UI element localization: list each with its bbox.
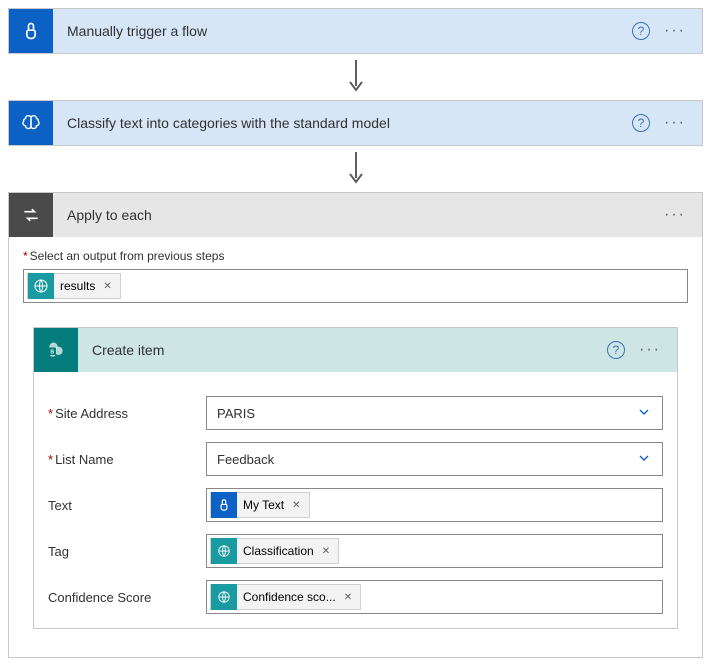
more-icon[interactable]: ··· <box>660 206 690 224</box>
step-title: Create item <box>78 342 607 358</box>
select-output-input[interactable]: results ✕ <box>23 269 688 303</box>
close-icon[interactable]: ✕ <box>344 592 352 603</box>
token-results[interactable]: results ✕ <box>27 273 121 299</box>
step-title: Manually trigger a flow <box>53 23 632 39</box>
arrow-connector <box>8 54 703 100</box>
token-classification[interactable]: Classification ✕ <box>210 538 339 564</box>
text-input[interactable]: My Text ✕ <box>206 488 663 522</box>
list-name-value: Feedback <box>217 452 274 467</box>
loop-icon <box>9 193 53 237</box>
touch-icon <box>9 9 53 53</box>
help-icon[interactable]: ? <box>607 341 625 359</box>
close-icon[interactable]: ✕ <box>292 500 300 511</box>
site-address-label: Site Address <box>48 406 198 421</box>
apply-each-header[interactable]: Apply to each ··· <box>9 193 702 237</box>
step-manual-trigger[interactable]: Manually trigger a flow ? ··· <box>8 8 703 54</box>
chevron-down-icon <box>636 404 652 423</box>
chevron-down-icon <box>636 450 652 469</box>
step-create-item: S Create item ? ··· Site Address PARIS <box>33 327 678 629</box>
more-icon[interactable]: ··· <box>660 22 690 40</box>
site-address-value: PARIS <box>217 406 255 421</box>
more-icon[interactable]: ··· <box>660 114 690 132</box>
close-icon[interactable]: ✕ <box>322 546 330 557</box>
confidence-input[interactable]: Confidence sco... ✕ <box>206 580 663 614</box>
arrow-connector <box>8 146 703 192</box>
more-icon[interactable]: ··· <box>635 341 665 359</box>
globe-icon <box>28 273 54 299</box>
list-name-select[interactable]: Feedback <box>206 442 663 476</box>
text-label: Text <box>48 498 198 513</box>
tag-input[interactable]: Classification ✕ <box>206 534 663 568</box>
brain-icon <box>9 101 53 145</box>
token-label: Confidence sco... <box>243 590 336 604</box>
token-confidence-score[interactable]: Confidence sco... ✕ <box>210 584 361 610</box>
step-classify-text[interactable]: Classify text into categories with the s… <box>8 100 703 146</box>
svg-text:S: S <box>50 349 54 355</box>
select-output-label: Select an output from previous steps <box>23 249 688 263</box>
tag-label: Tag <box>48 544 198 559</box>
step-apply-to-each: Apply to each ··· Select an output from … <box>8 192 703 658</box>
touch-icon <box>211 492 237 518</box>
step-title: Classify text into categories with the s… <box>53 115 632 131</box>
step-title: Apply to each <box>53 207 660 223</box>
globe-icon <box>211 538 237 564</box>
token-label: results <box>60 279 95 293</box>
create-item-header[interactable]: S Create item ? ··· <box>34 328 677 372</box>
token-label: Classification <box>243 544 314 558</box>
sharepoint-icon: S <box>34 328 78 372</box>
token-label: My Text <box>243 498 284 512</box>
list-name-label: List Name <box>48 452 198 467</box>
site-address-select[interactable]: PARIS <box>206 396 663 430</box>
token-my-text[interactable]: My Text ✕ <box>210 492 310 518</box>
close-icon[interactable]: ✕ <box>103 281 111 292</box>
globe-icon <box>211 584 237 610</box>
help-icon[interactable]: ? <box>632 114 650 132</box>
help-icon[interactable]: ? <box>632 22 650 40</box>
confidence-label: Confidence Score <box>48 590 198 605</box>
